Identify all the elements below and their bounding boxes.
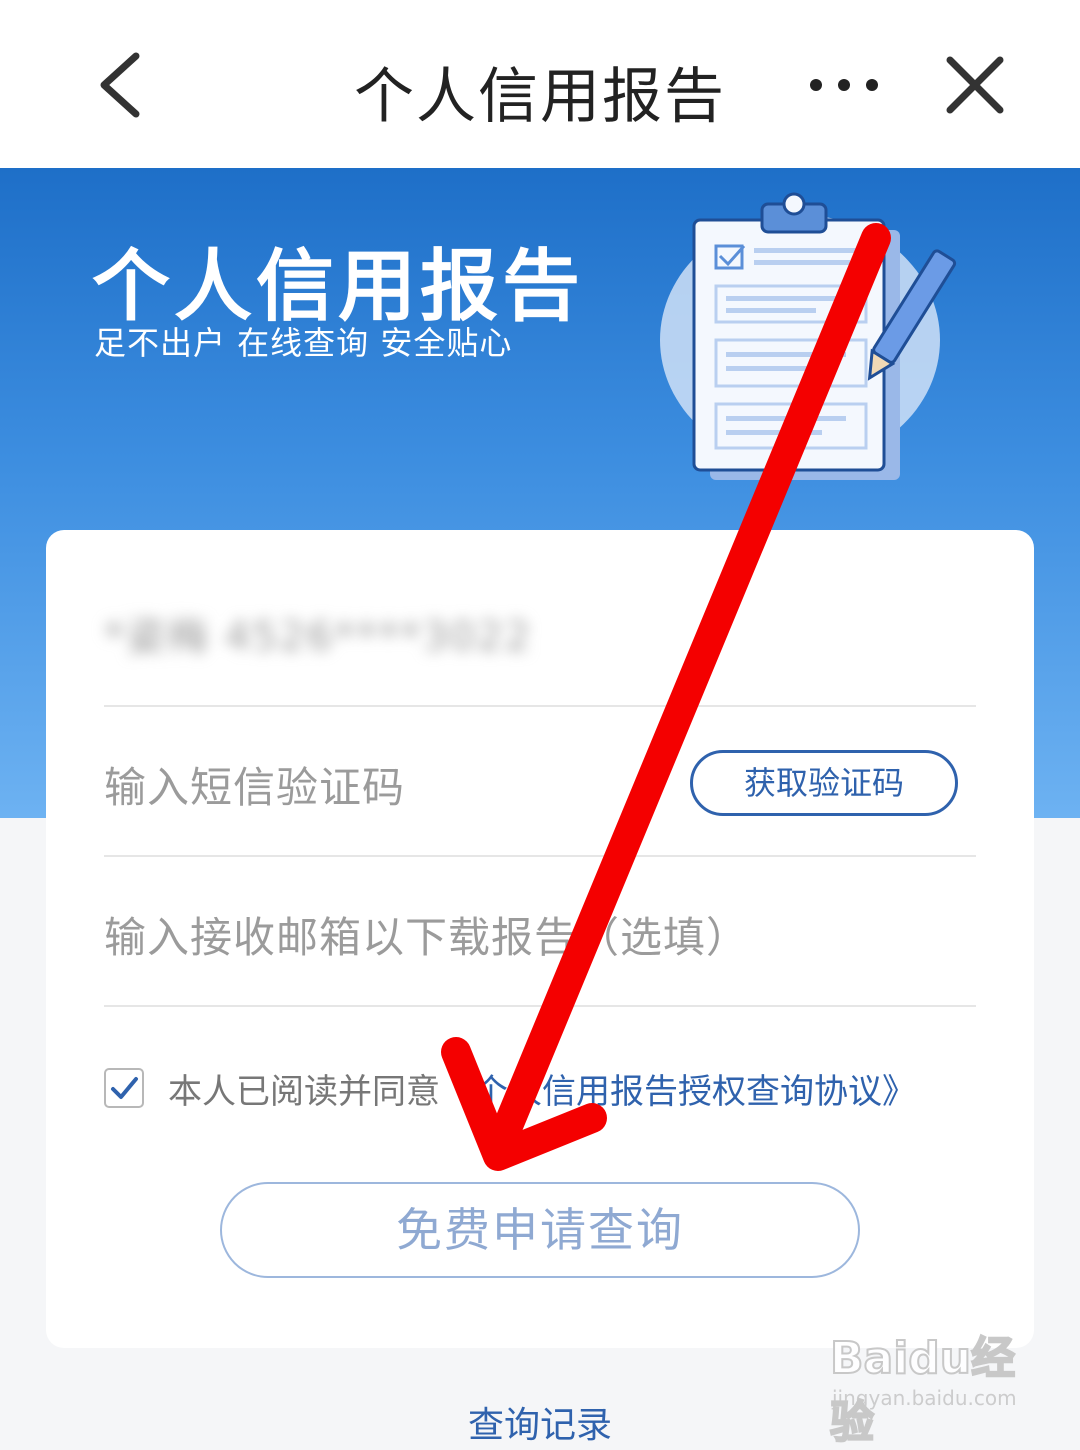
divider	[104, 855, 976, 857]
credit-query-form-card: *姿梅 4526****3022 输入短信验证码 获取验证码 输入接收邮箱以下载…	[46, 530, 1034, 1348]
clipboard-report-illustration	[660, 192, 957, 480]
checkmark-icon	[111, 1077, 138, 1099]
agreement-text: 本人已阅读并同意《个人信用报告授权查询协议》	[168, 1064, 916, 1113]
agreement-row: 本人已阅读并同意《个人信用报告授权查询协议》	[104, 1062, 984, 1114]
agreement-link[interactable]: 《个人信用报告授权查询协议》	[440, 1072, 916, 1112]
more-dots-icon[interactable]	[806, 68, 882, 102]
close-icon[interactable]	[944, 54, 1006, 116]
free-apply-query-button[interactable]: 免费申请查询	[220, 1182, 860, 1278]
top-nav-bar: 个人信用报告	[0, 0, 1080, 168]
divider	[104, 705, 976, 707]
agreement-prefix: 本人已阅读并同意	[168, 1072, 440, 1112]
get-verification-code-button[interactable]: 获取验证码	[690, 750, 958, 816]
baidu-watermark: Baidu经验 jingyan.baidu.com	[829, 1322, 1030, 1449]
agreement-checkbox[interactable]	[104, 1068, 144, 1108]
email-input[interactable]: 输入接收邮箱以下载报告（选填）	[104, 904, 976, 965]
nav-title: 个人信用报告	[354, 62, 726, 132]
watermark-url: jingyan.baidu.com	[832, 1386, 1017, 1410]
masked-identity-field: *姿梅 4526****3022	[104, 614, 533, 660]
hero-subtitle: 足不出户 在线查询 安全贴心	[94, 324, 513, 362]
divider	[104, 1005, 976, 1007]
